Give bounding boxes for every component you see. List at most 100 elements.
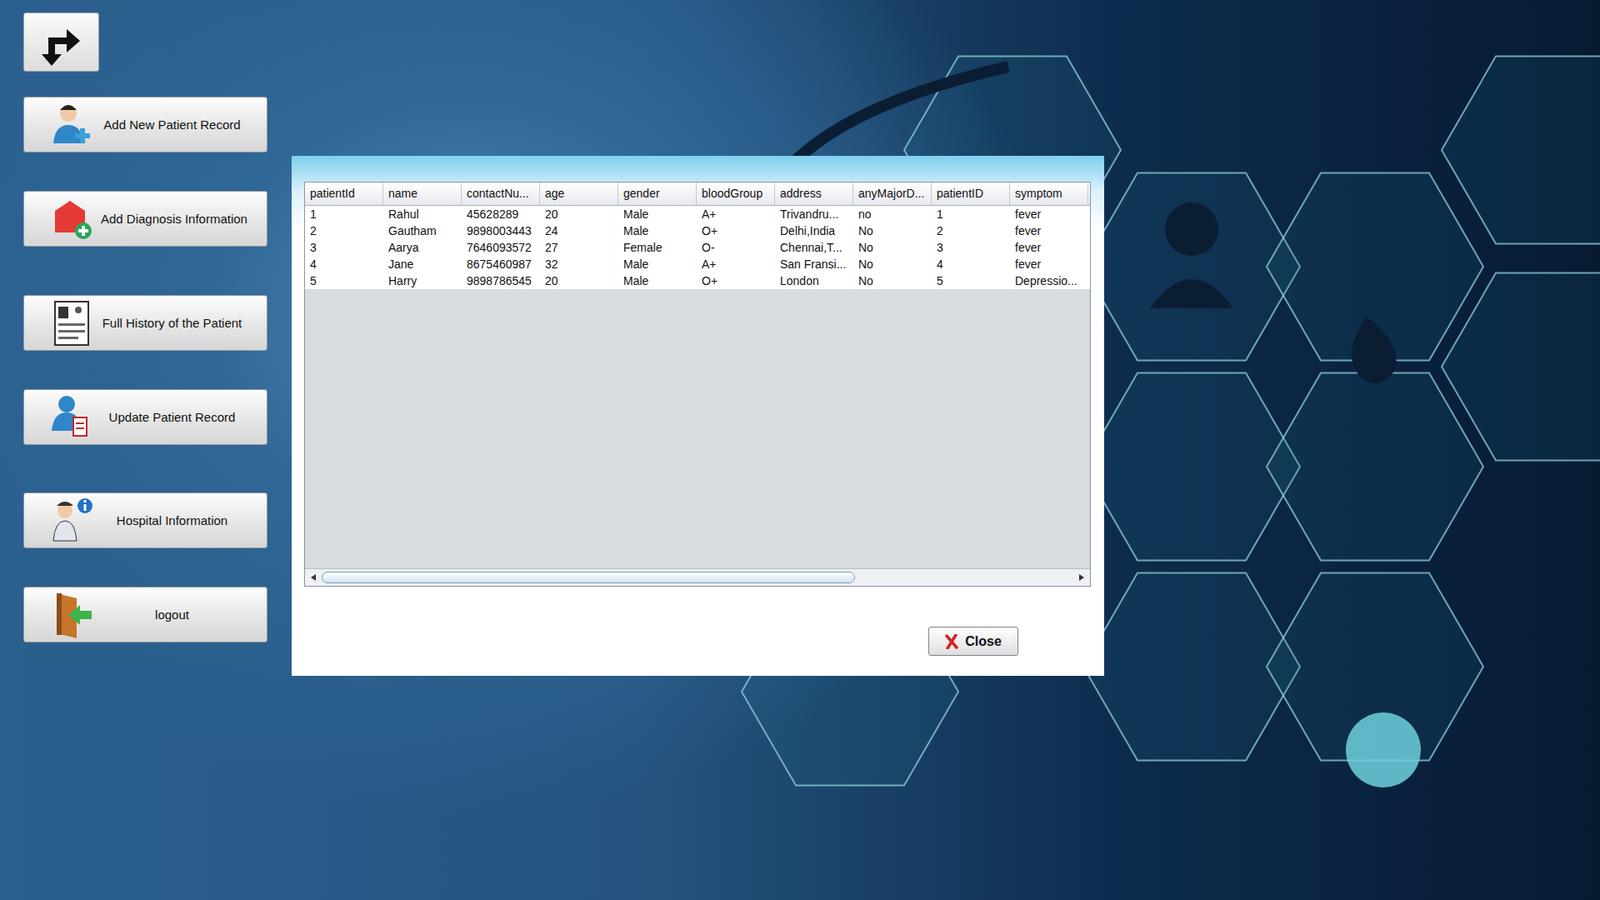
table-cell[interactable]: Male xyxy=(618,255,697,273)
sidebar-button[interactable]: Add New Patient Record xyxy=(23,96,268,153)
table-cell[interactable]: Female xyxy=(618,239,697,256)
table-cell[interactable]: fever xyxy=(1010,205,1089,223)
scroll-right-button[interactable] xyxy=(1073,569,1090,586)
table-cell[interactable]: 9898786545 xyxy=(461,272,540,290)
scroll-left-button[interactable] xyxy=(305,569,322,586)
table-cell[interactable]: Delhi,India xyxy=(775,222,854,240)
sidebar-label: Hospital Information xyxy=(100,513,260,528)
left-arrow-icon xyxy=(309,573,318,582)
table-row[interactable]: 3Aarya764609357227FemaleO-Chennai,T...No… xyxy=(305,239,1090,256)
column-header[interactable]: name xyxy=(383,182,462,205)
add-patient-icon xyxy=(48,100,95,150)
table-cell[interactable]: No xyxy=(853,222,932,240)
table-row[interactable]: 1Rahul4562828920MaleA+Trivandru...no1fev… xyxy=(305,205,1090,223)
table-cell[interactable]: 4 xyxy=(931,255,1010,273)
table-cell[interactable]: O+ xyxy=(696,222,775,240)
table-body: 1Rahul4562828920MaleA+Trivandru...no1fev… xyxy=(305,205,1090,569)
table-cell[interactable]: Rahul xyxy=(383,205,462,223)
sidebar-button[interactable]: Full History of the Patient xyxy=(23,295,268,351)
sidebar-button[interactable]: Add Diagnosis Information xyxy=(23,190,268,247)
table-cell[interactable]: No xyxy=(853,255,932,273)
table-row[interactable]: 5Harry989878654520MaleO+LondonNo5Depress… xyxy=(305,272,1090,290)
sidebar: Add New Patient Record Add Diagnosis Info… xyxy=(23,12,268,643)
table-cell[interactable]: 2 xyxy=(931,222,1010,240)
table-cell[interactable]: O+ xyxy=(696,272,775,290)
table-cell[interactable]: 32 xyxy=(540,255,619,273)
button-row: Close xyxy=(304,626,1091,656)
table-cell[interactable]: 7646093572 xyxy=(461,239,540,256)
column-header[interactable]: symptom xyxy=(1010,182,1089,205)
sidebar-icon-wrap xyxy=(49,100,95,150)
sidebar-icon-wrap xyxy=(49,194,95,245)
table-cell[interactable]: fever xyxy=(1010,222,1089,240)
table-cell[interactable]: 4 xyxy=(305,255,384,273)
table-cell[interactable]: 3 xyxy=(305,239,384,256)
table-cell[interactable]: fever xyxy=(1010,239,1089,256)
turn-arrow-icon xyxy=(36,17,87,68)
column-header[interactable]: patientID xyxy=(931,182,1010,205)
sidebar-button[interactable]: Hospital Information xyxy=(23,492,268,549)
column-header[interactable]: address xyxy=(775,182,854,205)
table-cell[interactable]: 2 xyxy=(305,222,384,240)
sidebar-button[interactable]: Update Patient Record xyxy=(23,389,268,445)
table-cell[interactable]: 27 xyxy=(540,239,619,256)
table-cell[interactable]: No xyxy=(853,239,932,256)
table-cell[interactable]: Trivandru... xyxy=(775,205,854,223)
red-x-icon xyxy=(945,634,959,650)
table-cell[interactable]: 1 xyxy=(931,205,1010,223)
table-cell[interactable]: 20 xyxy=(540,205,619,223)
table-cell[interactable]: A+ xyxy=(696,205,775,223)
table-cell[interactable]: Harry xyxy=(383,272,462,290)
table-cell[interactable]: 9898003443 xyxy=(461,222,540,240)
patients-dialog: patientIdnamecontactNu...agegenderbloodG… xyxy=(291,155,1105,676)
table-cell[interactable]: O- xyxy=(696,239,775,256)
table-row[interactable]: 2Gautham989800344324MaleO+Delhi,IndiaNo2… xyxy=(305,222,1090,240)
patient-history-icon xyxy=(48,298,95,349)
hospital-info-icon xyxy=(48,495,95,546)
table-cell[interactable]: Male xyxy=(618,222,697,240)
update-record-icon xyxy=(48,392,95,443)
table-cell[interactable]: fever xyxy=(1010,255,1089,273)
sidebar-button[interactable]: logout xyxy=(23,586,268,643)
sidebar-icon-wrap xyxy=(49,392,95,443)
scroll-thumb[interactable] xyxy=(321,571,855,584)
patients-table: patientIdnamecontactNu...agegenderbloodG… xyxy=(304,181,1091,587)
sidebar-icon-wrap xyxy=(49,495,95,546)
table-cell[interactable]: 8675460987 xyxy=(461,255,540,273)
sidebar-icon-wrap xyxy=(49,298,95,349)
table-cell[interactable]: A+ xyxy=(696,255,775,273)
table-cell[interactable]: 20 xyxy=(540,272,619,290)
table-cell[interactable]: Jane xyxy=(383,255,462,273)
right-arrow-icon xyxy=(1077,573,1086,582)
table-cell[interactable]: 5 xyxy=(305,272,384,290)
table-row[interactable]: 4Jane867546098732MaleA+San Fransi...No4f… xyxy=(305,255,1090,273)
column-header[interactable]: age xyxy=(540,182,619,205)
table-cell[interactable]: Chennai,T... xyxy=(775,239,854,256)
column-header[interactable]: bloodGroup xyxy=(696,182,775,205)
close-button[interactable]: Close xyxy=(928,626,1019,656)
sidebar-label: Add New Patient Record xyxy=(100,117,260,132)
table-cell[interactable]: Depressio... xyxy=(1010,272,1089,290)
table-cell[interactable]: 1 xyxy=(305,205,384,223)
column-header[interactable]: contactNu... xyxy=(461,182,540,205)
scroll-track[interactable] xyxy=(321,570,1074,585)
horizontal-scrollbar xyxy=(305,568,1090,586)
back-button[interactable] xyxy=(23,12,100,72)
table-cell[interactable]: Aarya xyxy=(383,239,462,256)
table-cell[interactable]: 5 xyxy=(931,272,1010,290)
column-header[interactable]: patientId xyxy=(305,182,384,205)
table-cell[interactable]: no xyxy=(853,205,932,223)
table-cell[interactable]: Male xyxy=(618,272,697,290)
table-cell[interactable]: 45628289 xyxy=(461,205,540,223)
sidebar-icon-wrap xyxy=(49,590,95,640)
table-cell[interactable]: San Fransi... xyxy=(775,255,854,273)
column-header[interactable]: gender xyxy=(618,182,697,205)
table-cell[interactable]: 24 xyxy=(540,222,619,240)
table-cell[interactable]: 3 xyxy=(931,239,1010,256)
table-cell[interactable]: Gautham xyxy=(383,222,462,240)
table-cell[interactable]: Male xyxy=(618,205,697,223)
column-header[interactable]: anyMajorD... xyxy=(853,182,932,205)
table-cell[interactable]: London xyxy=(775,272,854,290)
table-cell[interactable]: No xyxy=(853,272,932,290)
sidebar-label: logout xyxy=(100,607,260,622)
